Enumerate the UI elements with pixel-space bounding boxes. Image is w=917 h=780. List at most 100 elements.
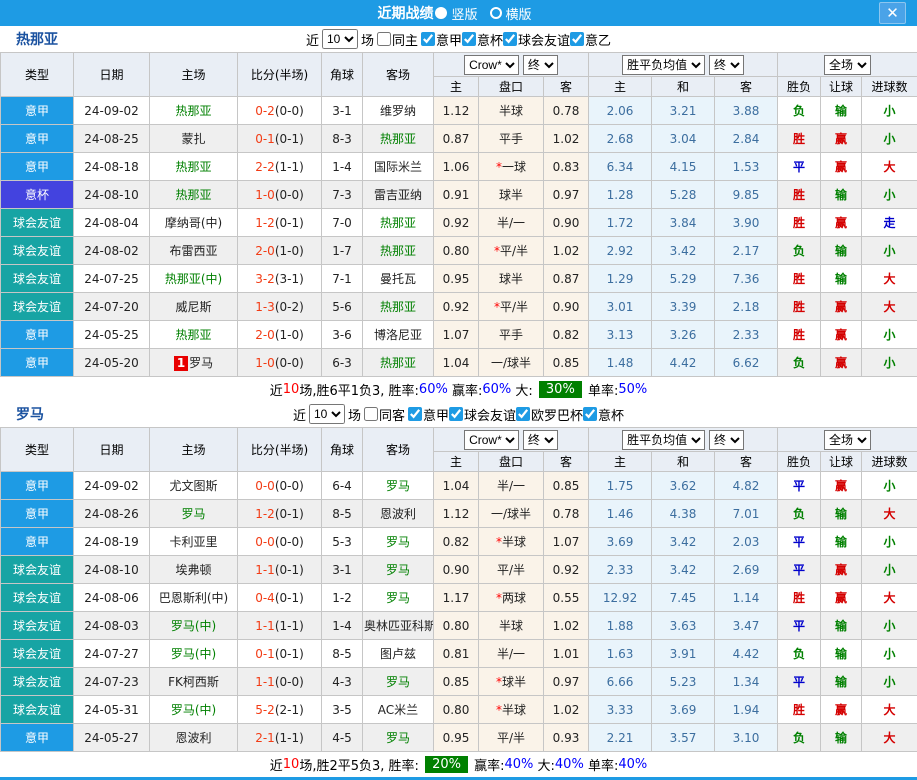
same-venue-checkbox[interactable] xyxy=(363,407,378,421)
avg-away: 1.34 xyxy=(714,667,779,696)
summary-segment: 近 xyxy=(269,383,283,399)
home-team: 罗马 xyxy=(149,499,238,528)
league-filter[interactable]: 意杯 xyxy=(462,30,503,49)
league-checkbox[interactable] xyxy=(583,407,598,421)
same-venue-filter[interactable]: 同主 xyxy=(376,30,418,49)
result-wdl: 胜 xyxy=(777,180,822,209)
col-home: 主场 xyxy=(149,52,238,97)
match-date: 24-08-18 xyxy=(73,152,150,181)
page-title: 近期战绩 xyxy=(377,6,434,22)
avg-draw: 3.42 xyxy=(651,555,716,584)
summary-row-home-team: 近 10 场,胜6平1负3, 胜率: 60% 赢率: 60% 大: 30% 单率: 50% xyxy=(0,377,917,401)
avg-away: 7.01 xyxy=(714,499,779,528)
recent-count-select[interactable]: 10 xyxy=(308,404,345,424)
odds-home: 1.04 xyxy=(433,348,479,377)
league-filter[interactable]: 意甲 xyxy=(407,405,449,424)
close-button[interactable]: ✕ xyxy=(879,2,906,24)
league-filter[interactable]: 欧罗巴杯 xyxy=(516,405,583,424)
league-checkbox[interactable] xyxy=(516,407,531,421)
result-wdl: 胜 xyxy=(777,124,822,153)
scope-select[interactable]: 全场 xyxy=(824,429,872,450)
away-team: 国际米兰 xyxy=(362,152,434,181)
corner-score: 8-5 xyxy=(321,499,363,528)
league-checkbox[interactable] xyxy=(503,32,518,46)
away-team: 奥林匹亚科斯 xyxy=(362,611,434,640)
result-handicap: 赢 xyxy=(820,471,863,500)
odds-away: 1.02 xyxy=(542,236,590,265)
col-wdl-home: 主 xyxy=(588,451,653,472)
col-wdl-away: 客 xyxy=(714,76,779,97)
wdl-time-select[interactable]: 终 xyxy=(708,429,744,450)
handicap-line: *半球 xyxy=(478,695,544,724)
radio-horizontal[interactable]: 横版 xyxy=(489,4,532,23)
league-checkbox[interactable] xyxy=(462,32,476,46)
league-filter-group: 意甲 意杯 球会友谊 意乙 xyxy=(420,30,611,49)
summary-segment: 40% xyxy=(618,756,648,772)
result-goals: 小 xyxy=(861,180,917,209)
league-badge: 意甲 xyxy=(0,152,74,181)
match-score: 0-0(0-0) xyxy=(237,471,322,500)
result-goals: 小 xyxy=(861,96,917,125)
wdl-time-select[interactable]: 终 xyxy=(708,54,744,75)
avg-away: 1.94 xyxy=(714,695,779,724)
avg-away: 3.88 xyxy=(714,96,779,125)
result-handicap: 输 xyxy=(820,611,863,640)
match-row: 意杯 24-08-10 热那亚 1-0(0-0) 7-3 雷吉亚纳 0.91 球半 0.97 1.… xyxy=(0,180,917,209)
league-checkbox[interactable] xyxy=(449,407,463,421)
scope-select[interactable]: 全场 xyxy=(824,54,872,75)
radio-vertical[interactable]: 竖版 xyxy=(435,4,478,23)
wdl-type-select[interactable]: 胜平负均值 xyxy=(622,54,706,75)
odds-home: 0.80 xyxy=(433,236,479,265)
league-checkbox[interactable] xyxy=(420,32,435,46)
recent-count-select[interactable]: 10 xyxy=(321,29,358,49)
odds-provider-select[interactable]: Crow* xyxy=(464,429,520,450)
league-filter[interactable]: 意甲 xyxy=(420,30,462,49)
result-goals: 大 xyxy=(861,264,917,293)
match-score: 1-1(0-1) xyxy=(237,555,322,584)
league-filter[interactable]: 球会友谊 xyxy=(503,30,570,49)
home-team: 热那亚 xyxy=(149,180,238,209)
league-checkbox[interactable] xyxy=(570,32,585,46)
handicap-line: *两球 xyxy=(478,583,544,612)
odds-home: 0.92 xyxy=(433,208,479,237)
corner-score: 6-4 xyxy=(321,471,363,500)
away-team: 热那亚 xyxy=(362,348,434,377)
league-filter[interactable]: 意乙 xyxy=(570,30,611,49)
odds-provider-select[interactable]: Crow* xyxy=(464,54,520,75)
league-checkbox[interactable] xyxy=(407,407,422,421)
odds-home: 1.12 xyxy=(433,499,479,528)
avg-away: 3.10 xyxy=(714,723,779,752)
result-goals: 小 xyxy=(861,527,917,556)
match-date: 24-05-31 xyxy=(73,695,150,724)
away-team: 恩波利 xyxy=(362,499,434,528)
result-handicap: 输 xyxy=(820,723,863,752)
avg-home: 3.69 xyxy=(588,527,653,556)
same-venue-checkbox[interactable] xyxy=(376,32,391,46)
titlebar: 近期战绩 竖版 横版 ✕ xyxy=(0,0,917,26)
odds-home: 0.82 xyxy=(433,527,479,556)
corner-score: 5-3 xyxy=(321,527,363,556)
result-wdl: 胜 xyxy=(777,320,822,349)
odds-time-select[interactable]: 终 xyxy=(522,429,558,450)
away-team: 热那亚 xyxy=(362,236,434,265)
avg-home: 1.88 xyxy=(588,611,653,640)
league-filter[interactable]: 球会友谊 xyxy=(449,405,516,424)
league-badge: 意甲 xyxy=(0,723,74,752)
league-filter[interactable]: 意杯 xyxy=(583,405,624,424)
odds-time-select[interactable]: 终 xyxy=(522,54,558,75)
league-label: 意甲 xyxy=(422,408,449,424)
result-goals: 大 xyxy=(861,292,917,321)
handicap-line: 半/一 xyxy=(478,639,544,668)
handicap-line: 球半 xyxy=(478,264,544,293)
same-venue-filter[interactable]: 同客 xyxy=(363,405,405,424)
match-date: 24-08-06 xyxy=(73,583,150,612)
match-date: 24-08-10 xyxy=(73,180,150,209)
result-wdl: 平 xyxy=(777,667,822,696)
avg-draw: 4.15 xyxy=(651,152,716,181)
recent-label: 近 xyxy=(292,408,306,424)
match-date: 24-07-20 xyxy=(73,292,150,321)
wdl-type-select[interactable]: 胜平负均值 xyxy=(622,429,706,450)
match-row: 意甲 24-09-02 尤文图斯 0-0(0-0) 6-4 罗马 1.04 半/一 0.85 1.… xyxy=(0,471,917,500)
col-handicap-result: 让球 xyxy=(820,451,863,472)
match-row: 意甲 24-05-25 热那亚 2-0(1-0) 3-6 博洛尼亚 1.07 平手 0.82 3.… xyxy=(0,320,917,349)
